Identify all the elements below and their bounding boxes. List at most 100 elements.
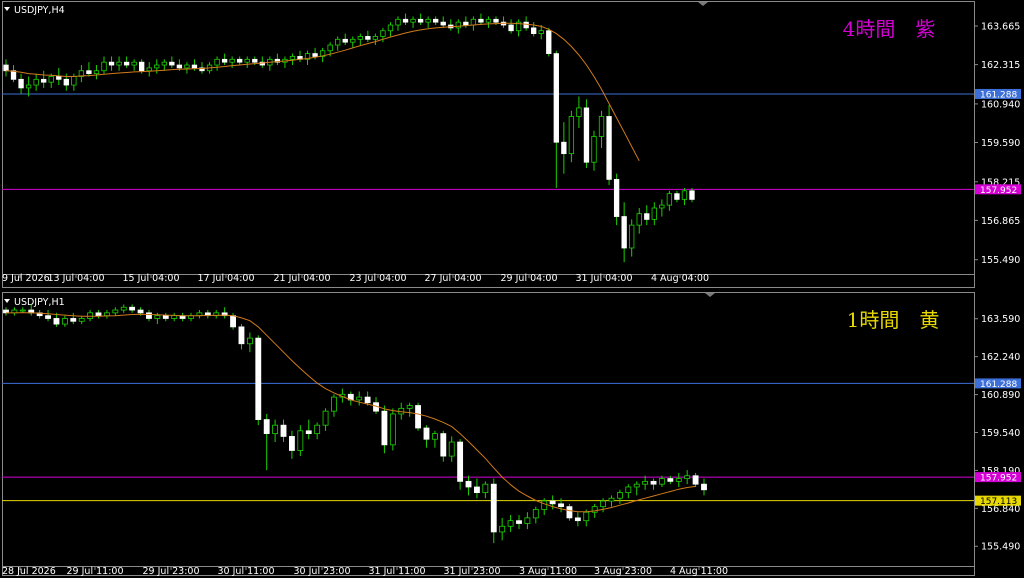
xtick-label-h1: 4 Aug 11:00 [670,566,728,577]
xtick-label-h4: 9 Jul 2026 [2,273,50,284]
candle-body [56,76,62,80]
xtick-label-h1: 31 Jul 11:00 [369,566,426,577]
candle-h1 [188,312,194,322]
candle-body [485,18,492,23]
candle-body [305,430,312,435]
candle-h4 [417,13,424,26]
ytick-label-h4: 160.940 [981,99,1020,110]
candle-body [675,478,682,482]
candle-body [499,525,506,533]
candle-h4 [666,190,673,211]
candle-h4 [169,56,175,68]
candle-body [116,61,122,66]
candle-body [583,511,590,522]
candle-h4 [259,56,265,68]
candle-h1 [356,391,363,406]
candle-h1 [322,408,329,431]
candle-h1 [692,472,699,487]
xtick-label-h4: 13 Jul 04:00 [48,273,105,284]
candle-h1 [431,430,438,448]
candle-body [574,517,581,522]
candle-h4 [395,16,401,31]
candle-h4 [553,50,559,188]
candle-body [636,213,642,226]
xtick-label-h4: 4 Aug 04:00 [651,273,709,284]
candle-h1 [524,512,531,530]
candle-h1 [465,475,472,496]
candle-body [63,78,69,86]
candle-body [93,70,100,75]
candle-h1 [204,310,211,319]
xtick-label-h4: 27 Jul 04:00 [425,273,482,284]
candle-h4 [651,202,657,226]
candle-h1 [162,312,169,322]
candle-body [541,500,548,510]
hline-price-label-h4-1: 157.952 [980,186,1017,196]
candle-body [583,107,590,163]
candle-body [146,312,152,319]
candle-h1 [238,324,245,350]
xtick-label-h4: 15 Jul 04:00 [123,273,180,284]
candle-body [78,318,85,322]
candle-h4 [41,70,47,88]
candle-h4 [123,56,130,68]
candle-body [561,141,567,155]
candle-h4 [440,16,446,28]
candle-h1 [381,405,388,454]
candle-body [252,58,258,63]
candle-h4 [576,96,582,128]
candle-h4 [108,56,115,71]
candle-body [524,517,531,524]
candle-body [482,483,489,493]
chart-annotation-h1: 1時間 黄 [847,308,940,332]
candle-h4 [267,56,273,71]
candle-h4 [531,22,537,37]
candle-body [389,413,396,446]
candle-body [616,492,623,499]
candle-h4 [568,110,575,163]
candle-h1 [87,310,94,322]
candle-body [335,38,341,46]
candle-body [322,410,329,426]
candle-body [154,64,160,69]
candle-h1 [45,310,51,322]
candle-h1 [541,498,548,516]
candle-body [600,500,607,508]
candle-h4 [425,16,431,28]
candle-h1 [457,439,464,490]
candle-h1 [70,312,77,325]
candle-h1 [389,408,396,451]
candle-body [598,116,605,137]
candle-body [123,61,130,66]
candle-h1 [129,304,136,313]
candle-body [448,441,455,457]
candle-h4 [402,13,409,26]
candle-body [692,475,699,485]
candle-body [689,190,695,200]
candle-h1 [255,335,262,426]
candle-body [171,315,178,319]
candle-h4 [274,53,281,66]
candle-body [45,315,51,319]
candle-h4 [146,62,152,77]
candle-body [417,18,424,23]
candle-h1 [95,310,102,319]
ytick-label-h4: 163.665 [981,22,1020,33]
candle-h1 [482,481,489,499]
xtick-label-h1: 28 Jul 2026 [2,566,56,577]
candle-body [606,116,612,180]
candle-h4 [116,56,122,71]
candle-h1 [272,419,279,443]
candle-body [214,58,220,66]
candle-h1 [608,495,615,507]
candle-body [478,18,484,23]
candle-h4 [365,30,371,43]
candle-body [659,204,665,209]
candle-h1 [423,425,430,448]
candle-body [272,424,279,435]
candle-h4 [10,65,17,83]
xtick-label-h1: 3 Aug 11:00 [519,566,577,577]
candle-body [493,18,499,23]
candle-body [19,309,26,312]
candle-body [681,190,688,200]
